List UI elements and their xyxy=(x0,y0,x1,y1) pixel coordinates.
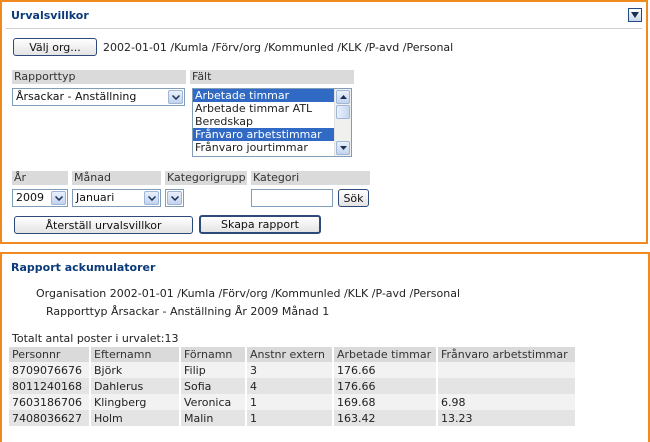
month-select[interactable]: Januari xyxy=(72,189,161,207)
month-header: Månad xyxy=(72,171,161,185)
table-cell: 8011240168 xyxy=(9,378,91,394)
filter-panel-divider xyxy=(6,28,642,29)
chevron-down-icon xyxy=(168,90,183,104)
table-cell: Björk xyxy=(90,362,181,378)
report-table: Personnr Efternamn Förnamn Anstnr extern… xyxy=(9,347,577,426)
table-cell: 3 xyxy=(246,362,334,378)
arrow-up-icon[interactable] xyxy=(336,90,350,104)
month-value: Januari xyxy=(76,191,115,204)
category-group-select[interactable] xyxy=(165,189,184,207)
field-option[interactable]: Frånvaro jourtimmar xyxy=(193,141,335,154)
table-cell: 7408036627 xyxy=(9,410,91,426)
choose-org-button[interactable]: Välj org... xyxy=(13,38,97,56)
table-cell: 7603186706 xyxy=(9,394,91,410)
search-button[interactable]: Sök xyxy=(338,189,369,207)
category-group-header: Kategorigrupp xyxy=(165,171,247,185)
arrow-down-icon[interactable] xyxy=(336,141,350,155)
table-cell: Filip xyxy=(180,362,247,378)
table-cell: 169.68 xyxy=(333,394,438,410)
report-type-header: Rapporttyp xyxy=(12,70,186,84)
table-row: 8709076676 Björk Filip 3 176.66 xyxy=(9,362,577,378)
table-cell: 176.66 xyxy=(333,378,438,394)
table-cell xyxy=(437,362,577,378)
chevron-down-icon xyxy=(144,191,159,205)
table-cell: Klingberg xyxy=(90,394,181,410)
year-value: 2009 xyxy=(16,191,44,204)
category-input[interactable] xyxy=(251,189,333,207)
column-header: Frånvaro arbetstimmar xyxy=(437,347,577,362)
table-cell: 8709076676 xyxy=(9,362,91,378)
chevron-down-icon xyxy=(167,191,182,205)
create-report-button[interactable]: Skapa rapport xyxy=(199,215,321,234)
field-listbox-scrollbar[interactable] xyxy=(334,89,351,156)
table-cell: 6.98 xyxy=(437,394,577,410)
column-header: Anstnr extern xyxy=(246,347,334,362)
table-cell: 13.23 xyxy=(437,410,577,426)
report-type-value: Årsackar - Anställning xyxy=(16,90,137,103)
filter-panel-title: Urvalsvillkor xyxy=(11,9,89,22)
column-header: Arbetade timmar xyxy=(333,347,438,362)
report-org-line: Organisation 2002-01-01 /Kumla /Förv/org… xyxy=(36,287,460,300)
table-row: 8011240168 Dahlerus Sofia 4 176.66 xyxy=(9,378,577,394)
table-cell: 4 xyxy=(246,378,334,394)
report-panel-title: Rapport ackumulatorer xyxy=(11,261,156,274)
column-header: Efternamn xyxy=(90,347,181,362)
table-header-row: Personnr Efternamn Förnamn Anstnr extern… xyxy=(9,347,577,362)
field-option[interactable]: Frånvaro arbetstimmar xyxy=(193,128,335,141)
table-cell: 163.42 xyxy=(333,410,438,426)
table-cell: 176.66 xyxy=(333,362,438,378)
field-listbox[interactable]: Arbetade timmar Arbetade timmar ATL Bere… xyxy=(192,88,352,157)
report-type-select[interactable]: Årsackar - Anställning xyxy=(12,88,185,106)
field-header: Fält xyxy=(190,70,354,84)
table-cell: Sofia xyxy=(180,378,247,394)
org-path: 2002-01-01 /Kumla /Förv/org /Kommunled /… xyxy=(103,41,454,54)
year-header: År xyxy=(12,171,68,185)
total-count: Totalt antal poster i urvalet:13 xyxy=(12,332,179,345)
reset-filters-button[interactable]: Återställ urvalsvillkor xyxy=(14,216,193,234)
table-cell: Dahlerus xyxy=(90,378,181,394)
table-cell: Veronica xyxy=(180,394,247,410)
column-header: Förnamn xyxy=(180,347,247,362)
field-option[interactable]: Arbetade timmar ATL xyxy=(193,102,335,115)
category-header: Kategori xyxy=(251,171,370,185)
table-cell: Malin xyxy=(180,410,247,426)
report-type-line: Rapporttyp Årsackar - Anställning År 200… xyxy=(46,305,330,318)
chevron-down-icon xyxy=(51,191,66,205)
field-option[interactable]: Arbetade timmar xyxy=(193,89,335,102)
table-cell xyxy=(437,378,577,394)
column-header: Personnr xyxy=(9,347,91,362)
scrollbar-thumb[interactable] xyxy=(336,105,350,119)
table-cell: Holm xyxy=(90,410,181,426)
table-cell: 1 xyxy=(246,394,334,410)
collapse-button[interactable] xyxy=(628,8,642,22)
triangle-down-icon xyxy=(631,12,639,18)
field-option[interactable]: Beredskap xyxy=(193,115,335,128)
table-row: 7408036627 Holm Malin 1 163.42 13.23 xyxy=(9,410,577,426)
table-cell: 1 xyxy=(246,410,334,426)
table-row: 7603186706 Klingberg Veronica 1 169.68 6… xyxy=(9,394,577,410)
year-select[interactable]: 2009 xyxy=(12,189,68,207)
